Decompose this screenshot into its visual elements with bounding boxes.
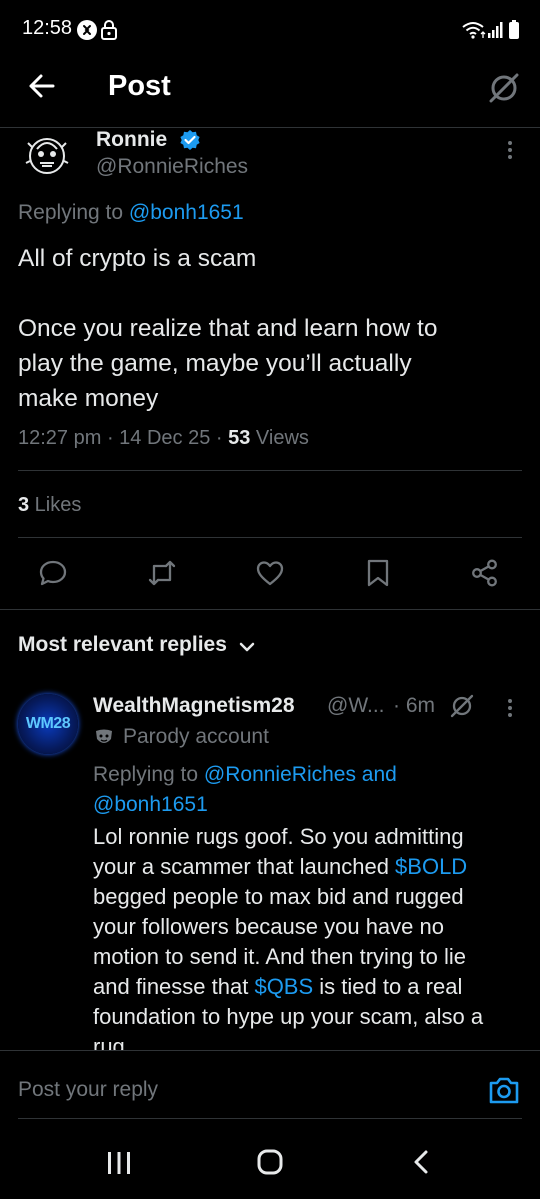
- reply-author-name[interactable]: WealthMagnetism28: [93, 694, 295, 718]
- page-title: Post: [108, 70, 171, 102]
- post-author-handle[interactable]: @RonnieRiches: [96, 155, 248, 179]
- reply-avatar[interactable]: WM28: [18, 694, 78, 754]
- reply-text: and finesse that: [93, 974, 255, 999]
- cashtag-link[interactable]: $BOLD: [395, 854, 467, 879]
- replying-to-and[interactable]: and: [356, 763, 397, 786]
- verified-badge-icon: [179, 129, 201, 151]
- reply-time: · 6m: [393, 694, 435, 717]
- like-icon[interactable]: [250, 553, 290, 593]
- back-arrow-icon[interactable]: [22, 66, 62, 106]
- replying-to: Replying to @bonh1651: [18, 201, 244, 225]
- replying-to-label: Replying to: [93, 763, 204, 786]
- replying-to-link[interactable]: @bonh1651: [129, 201, 244, 224]
- post-text-line: Once you realize that and learn how to: [18, 315, 438, 342]
- reply-text: your a scammer that launched: [93, 854, 396, 879]
- wifi-icon: [461, 20, 487, 40]
- signal-icon: [488, 22, 504, 38]
- divider: [0, 609, 540, 610]
- post-meta: 12:27 pm · 14 Dec 25 · 53 Views: [18, 427, 309, 450]
- header-divider: [0, 127, 540, 128]
- divider: [18, 1118, 522, 1119]
- post-text-line: make money: [18, 385, 159, 412]
- reply-text-line: foundation to hype up your scam, also a: [93, 1004, 484, 1029]
- likes-count: 3: [18, 494, 30, 516]
- parody-label: Parody account: [123, 725, 269, 748]
- divider: [18, 537, 522, 538]
- replying-to-link[interactable]: @bonh1651: [93, 790, 208, 820]
- post-text-line: play the game, maybe you’ll actually: [18, 350, 412, 377]
- likes-label: Likes: [29, 494, 82, 516]
- author-avatar[interactable]: [18, 131, 76, 181]
- replies-sort-label[interactable]: Most relevant replies: [18, 633, 227, 657]
- reply-text-line: and finesse that $QBS is tied to a real: [93, 972, 462, 1002]
- views-count: 53: [228, 427, 251, 449]
- reply-text-line: Lol ronnie rugs goof. So you admitting: [93, 824, 464, 849]
- reply-text: is tied to a real: [313, 974, 463, 999]
- reply-text-line: begged people to max bid and rugged: [93, 884, 464, 909]
- camera-icon[interactable]: [487, 1074, 521, 1106]
- replying-to-label: Replying to: [18, 201, 129, 224]
- bookmark-icon[interactable]: [358, 553, 398, 593]
- reply-text-line: your a scammer that launched $BOLD: [93, 852, 467, 882]
- reply-replying-to: Replying to @RonnieRiches and: [93, 760, 397, 790]
- post-timestamp: 12:27 pm · 14 Dec 25 ·: [18, 427, 229, 449]
- replying-to-link[interactable]: @RonnieRiches: [204, 763, 356, 786]
- reply-text-line: your followers because you have no: [93, 914, 444, 939]
- more-icon[interactable]: [503, 698, 517, 718]
- lock-icon: [100, 19, 118, 41]
- divider: [18, 470, 522, 471]
- cashtag-link[interactable]: $QBS: [254, 974, 313, 999]
- grok-icon[interactable]: [486, 70, 522, 106]
- parody-mask-icon: [94, 728, 114, 748]
- battery-icon: [508, 20, 520, 40]
- shazam-icon: [77, 20, 97, 40]
- reply-icon[interactable]: [33, 553, 73, 593]
- reply-author-handle[interactable]: @W...: [327, 694, 384, 718]
- reply-input[interactable]: Post your reply: [18, 1078, 458, 1102]
- grok-icon[interactable]: [449, 693, 475, 719]
- share-icon[interactable]: [465, 553, 505, 593]
- chevron-down-icon[interactable]: [237, 637, 257, 657]
- repost-icon[interactable]: [142, 553, 182, 593]
- more-icon[interactable]: [503, 140, 517, 160]
- divider: [0, 1050, 540, 1051]
- likes-stat[interactable]: 3 Likes: [18, 494, 81, 517]
- post-author-name[interactable]: Ronnie: [96, 128, 167, 152]
- reply-text-line: motion to send it. And then trying to li…: [93, 944, 467, 969]
- reply-avatar-text: WM28: [25, 715, 71, 732]
- status-time: 12:58: [22, 17, 73, 39]
- bottom-panel: [0, 1050, 540, 1199]
- nav-back-icon[interactable]: [410, 1149, 434, 1175]
- recent-apps-icon[interactable]: [105, 1150, 133, 1176]
- reply-text-clip: rug.: [93, 1032, 131, 1050]
- post-text-line: All of crypto is a scam: [18, 245, 257, 272]
- views-label: Views: [250, 427, 309, 449]
- reply-text-line: rug.: [93, 1034, 131, 1050]
- home-icon[interactable]: [256, 1148, 284, 1176]
